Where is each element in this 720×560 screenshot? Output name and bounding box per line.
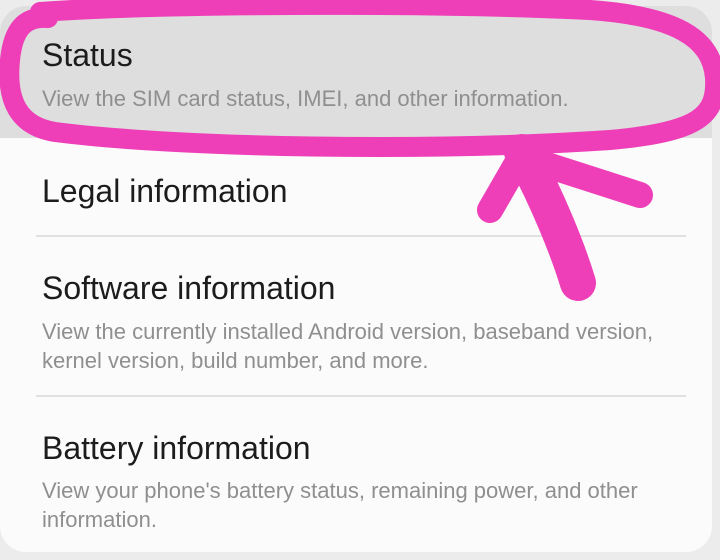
settings-card: Status View the SIM card status, IMEI, a… [0,6,712,552]
status-title: Status [42,37,133,73]
software-information-item[interactable]: Software information View the currently … [0,237,712,395]
battery-information-summary: View your phone's battery status, remain… [42,478,638,532]
legal-information-item[interactable]: Legal information [0,138,712,235]
legal-information-title: Legal information [42,173,288,209]
software-information-summary: View the currently installed Android ver… [42,319,654,373]
battery-information-item[interactable]: Battery information View your phone's ba… [0,397,712,552]
battery-information-title: Battery information [42,430,311,466]
status-item[interactable]: Status View the SIM card status, IMEI, a… [0,6,712,138]
software-information-title: Software information [42,270,336,306]
status-summary: View the SIM card status, IMEI, and othe… [42,86,569,111]
screen: Status View the SIM card status, IMEI, a… [0,0,720,560]
